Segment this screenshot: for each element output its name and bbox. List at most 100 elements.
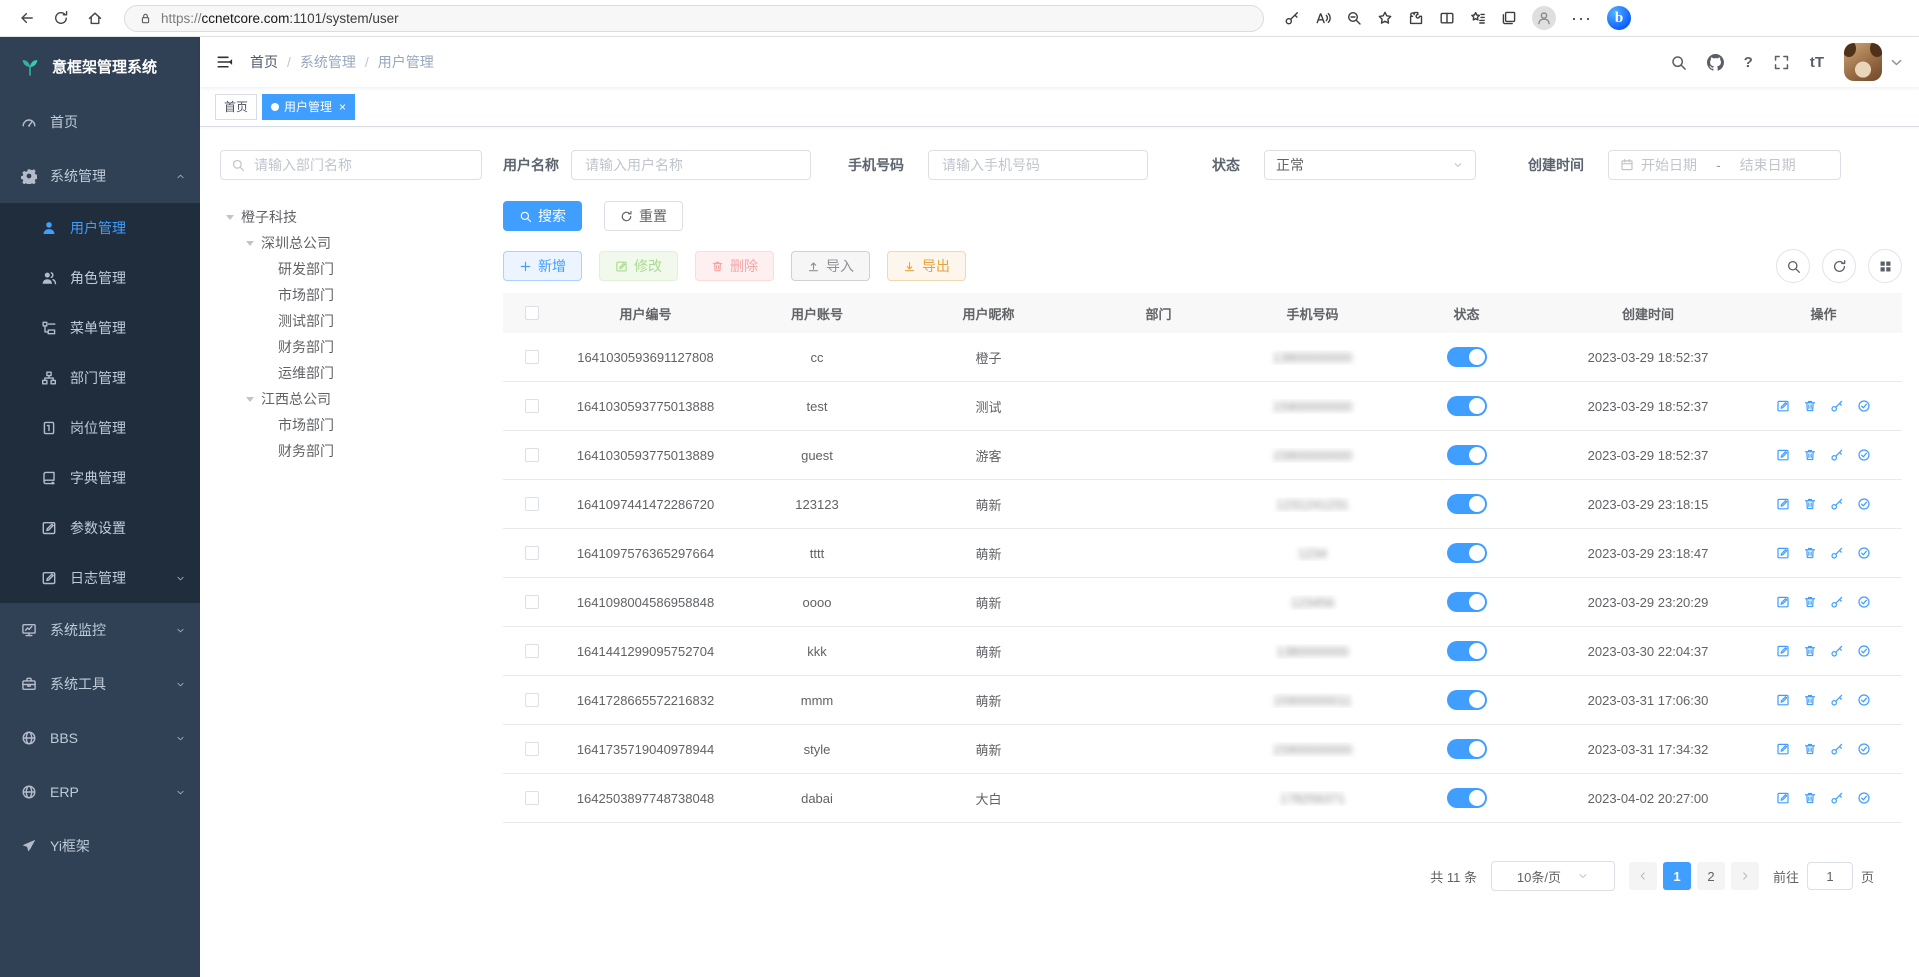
sidebar-item-menu-management[interactable]: 菜单管理 [0, 303, 200, 353]
back-icon[interactable] [10, 3, 44, 33]
sidebar-item-user-management[interactable]: 用户管理 [0, 203, 200, 253]
assign-role-icon[interactable] [1857, 546, 1871, 560]
status-toggle[interactable] [1447, 543, 1487, 563]
assign-role-icon[interactable] [1857, 791, 1871, 805]
page-size-select[interactable]: 10条/页 [1491, 861, 1615, 891]
search-button[interactable]: 搜索 [503, 201, 582, 231]
status-toggle[interactable] [1447, 347, 1487, 367]
collections-icon[interactable] [1501, 10, 1517, 26]
status-toggle[interactable] [1447, 690, 1487, 710]
row-checkbox[interactable] [525, 791, 539, 805]
row-checkbox[interactable] [525, 399, 539, 413]
phone-field[interactable] [940, 156, 1136, 174]
page-button-2[interactable]: 2 [1697, 862, 1725, 890]
edit-row-icon[interactable] [1776, 399, 1790, 413]
dept-search-input[interactable] [220, 150, 482, 180]
prev-page-icon[interactable] [1629, 862, 1657, 890]
status-toggle[interactable] [1447, 396, 1487, 416]
toggle-search-icon[interactable] [1776, 249, 1810, 283]
sidebar-item-home[interactable]: 首页 [0, 95, 200, 149]
sidebar-item-system-tools[interactable]: 系统工具 [0, 657, 200, 711]
assign-role-icon[interactable] [1857, 644, 1871, 658]
delete-button[interactable]: 删除 [695, 251, 774, 281]
reset-button[interactable]: 重置 [604, 201, 683, 231]
caret-down-icon[interactable] [246, 241, 254, 250]
reset-password-icon[interactable] [1830, 742, 1844, 756]
status-toggle[interactable] [1447, 641, 1487, 661]
sidebar-item-dict-management[interactable]: 字典管理 [0, 453, 200, 503]
user-menu[interactable] [1844, 43, 1905, 81]
assign-role-icon[interactable] [1857, 448, 1871, 462]
github-icon[interactable] [1707, 54, 1724, 71]
font-size-icon[interactable]: tT [1810, 54, 1824, 71]
tree-node[interactable]: 市场部门 [212, 412, 484, 438]
delete-row-icon[interactable] [1803, 742, 1817, 756]
address-bar[interactable]: https://ccnetcore.com:1101/system/user [124, 5, 1264, 32]
reset-password-icon[interactable] [1830, 448, 1844, 462]
tree-node[interactable]: 江西总公司 [212, 386, 484, 412]
sidebar-item-yi-framework[interactable]: Yi框架 [0, 819, 200, 873]
row-checkbox[interactable] [525, 546, 539, 560]
dept-search-field[interactable] [252, 156, 471, 174]
start-date-placeholder[interactable]: 开始日期 [1641, 155, 1697, 175]
row-checkbox[interactable] [525, 350, 539, 364]
assign-role-icon[interactable] [1857, 497, 1871, 511]
reset-password-icon[interactable] [1830, 497, 1844, 511]
zoom-out-icon[interactable] [1346, 10, 1362, 26]
reload-icon[interactable] [44, 3, 78, 33]
close-icon[interactable]: × [339, 100, 346, 114]
favorite-star-icon[interactable] [1377, 10, 1393, 26]
status-toggle[interactable] [1447, 592, 1487, 612]
delete-row-icon[interactable] [1803, 399, 1817, 413]
assign-role-icon[interactable] [1857, 399, 1871, 413]
sidebar-item-log-management[interactable]: 日志管理 [0, 553, 200, 603]
read-aloud-icon[interactable] [1315, 10, 1331, 26]
status-toggle[interactable] [1447, 739, 1487, 759]
edit-row-icon[interactable] [1776, 497, 1790, 511]
status-toggle[interactable] [1447, 788, 1487, 808]
fullscreen-icon[interactable] [1773, 54, 1790, 71]
tree-node[interactable]: 财务部门 [212, 438, 484, 464]
phone-input[interactable] [928, 150, 1148, 180]
next-page-icon[interactable] [1731, 862, 1759, 890]
modify-button[interactable]: 修改 [599, 251, 678, 281]
row-checkbox[interactable] [525, 595, 539, 609]
assign-role-icon[interactable] [1857, 595, 1871, 609]
tree-node[interactable]: 市场部门 [212, 282, 484, 308]
caret-down-icon[interactable] [226, 215, 234, 224]
tree-node[interactable]: 财务部门 [212, 334, 484, 360]
delete-row-icon[interactable] [1803, 693, 1817, 707]
row-checkbox[interactable] [525, 644, 539, 658]
row-checkbox[interactable] [525, 742, 539, 756]
delete-row-icon[interactable] [1803, 595, 1817, 609]
sidebar-item-role-management[interactable]: 角色管理 [0, 253, 200, 303]
edit-row-icon[interactable] [1776, 693, 1790, 707]
key-icon[interactable] [1284, 10, 1300, 26]
breadcrumb-section[interactable]: 系统管理 [300, 52, 356, 72]
sidebar-item-post-management[interactable]: 岗位管理 [0, 403, 200, 453]
sidebar-item-bbs[interactable]: BBS [0, 711, 200, 765]
reset-password-icon[interactable] [1830, 546, 1844, 560]
split-screen-icon[interactable] [1439, 10, 1455, 26]
delete-row-icon[interactable] [1803, 448, 1817, 462]
bing-sidebar-icon[interactable]: b [1607, 6, 1631, 30]
reset-password-icon[interactable] [1830, 791, 1844, 805]
edit-row-icon[interactable] [1776, 742, 1790, 756]
goto-page-input[interactable]: 1 [1807, 862, 1853, 890]
column-settings-icon[interactable] [1868, 249, 1902, 283]
page-button-1[interactable]: 1 [1663, 862, 1691, 890]
delete-row-icon[interactable] [1803, 791, 1817, 805]
tag-user-management[interactable]: 用户管理 × [262, 94, 355, 120]
add-button[interactable]: 新增 [503, 251, 582, 281]
delete-row-icon[interactable] [1803, 644, 1817, 658]
row-checkbox[interactable] [525, 693, 539, 707]
sidebar-item-param-settings[interactable]: 参数设置 [0, 503, 200, 553]
reset-password-icon[interactable] [1830, 693, 1844, 707]
export-button[interactable]: 导出 [887, 251, 966, 281]
import-button[interactable]: 导入 [791, 251, 870, 281]
reset-password-icon[interactable] [1830, 595, 1844, 609]
tag-home[interactable]: 首页 [215, 94, 257, 120]
tree-node[interactable]: 测试部门 [212, 308, 484, 334]
caret-down-icon[interactable] [246, 397, 254, 406]
sidebar-item-system-monitor[interactable]: 系统监控 [0, 603, 200, 657]
